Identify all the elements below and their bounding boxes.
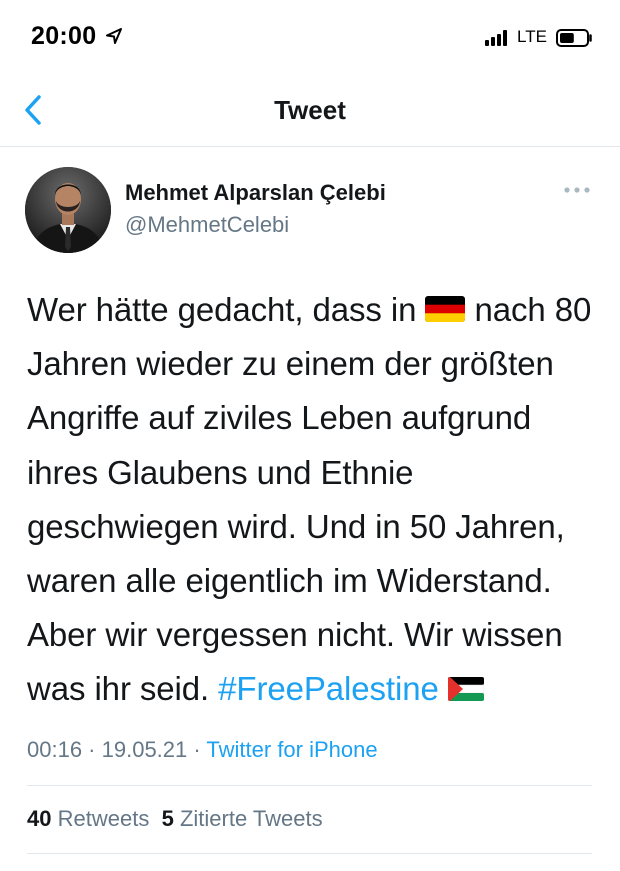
tweet-text-part-1: Wer hätte gedacht, dass in — [27, 291, 426, 328]
divider — [27, 785, 592, 786]
meta-separator: · — [82, 737, 102, 762]
navigation-bar: Tweet — [0, 80, 620, 147]
meta-separator: · — [187, 737, 207, 762]
avatar[interactable] — [25, 167, 111, 253]
ellipsis-icon[interactable] — [563, 185, 591, 195]
retweets-count: 40 — [27, 806, 52, 831]
germany-flag-icon — [425, 296, 466, 323]
quotes-count: 5 — [161, 806, 174, 831]
retweets-stat[interactable]: 40 Retweets — [27, 806, 149, 831]
signal-icon — [485, 30, 513, 46]
tweet-source-link[interactable]: Twitter for iPhone — [206, 737, 377, 762]
tweet-text-part-2: nach 80 Jahren wieder zu einem der größt… — [27, 291, 592, 708]
quotes-label: Zitierte Tweets — [179, 806, 323, 831]
network-label: LTE — [517, 27, 547, 46]
retweets-label: Retweets — [57, 806, 150, 831]
page-title: Tweet — [274, 95, 346, 125]
tweet-metadata: 00:16 · 19.05.21 · Twitter for iPhone — [27, 737, 378, 763]
author-name[interactable]: Mehmet Alparslan Çelebi — [125, 180, 386, 206]
tweet-stats: 40 Retweets 5 Zitierte Tweets — [27, 806, 323, 832]
battery-icon — [556, 29, 592, 47]
location-arrow-icon — [106, 28, 122, 44]
quotes-stat[interactable]: 5 Zitierte Tweets — [162, 806, 323, 831]
author-handle[interactable]: @MehmetCelebi — [125, 212, 289, 238]
tweet-text: Wer hätte gedacht, dass in nach 80 Jahre… — [27, 283, 602, 717]
status-time: 20:00 — [31, 22, 97, 50]
status-bar: 20:00 LTE — [0, 0, 620, 80]
palestine-flag-icon — [447, 676, 484, 701]
tweet-date: 19.05.21 — [101, 737, 188, 762]
divider — [27, 853, 592, 854]
tweet-time: 00:16 — [27, 737, 83, 762]
hashtag-link[interactable]: #FreePalestine — [218, 670, 439, 707]
